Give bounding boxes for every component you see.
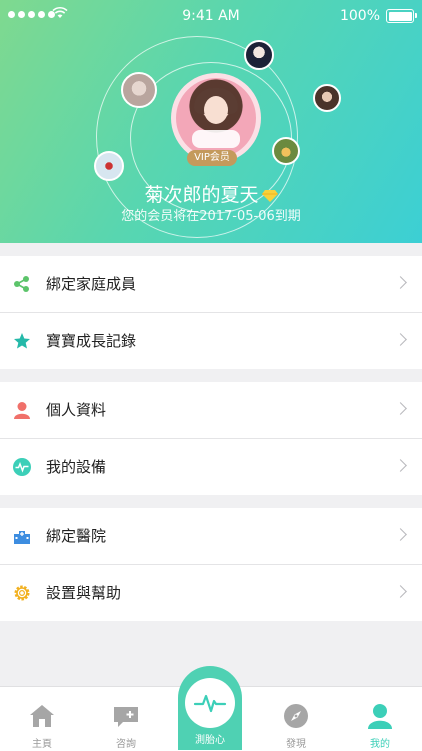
- menu-group-personal: 個人資料 我的設備: [0, 382, 422, 495]
- membership-expiry: 您的会员将在2017-05-06到期: [121, 209, 301, 224]
- star-icon: [14, 333, 30, 349]
- home-icon: [30, 705, 54, 727]
- pulse-icon: [13, 458, 31, 476]
- chevron-right-icon: [394, 333, 407, 346]
- profile-header: 9:41 AM 100% VIP会员 菊次郎的夏天 您的会员将在2017-05-…: [0, 0, 422, 243]
- menu-item-label: 綁定醫院: [46, 527, 107, 545]
- chevron-right-icon: [394, 528, 407, 541]
- share-icon: [14, 276, 29, 292]
- family-avatar[interactable]: [272, 137, 300, 165]
- menu-item-label: 我的設備: [46, 458, 107, 476]
- menu-item-label: 寶寶成長記錄: [46, 332, 137, 350]
- diamond-icon: [261, 189, 278, 202]
- menu-item-bind-hospital[interactable]: 綁定醫院: [0, 508, 422, 565]
- tab-discover[interactable]: 發現: [254, 687, 338, 751]
- menu-item-bind-family[interactable]: 綁定家庭成員: [0, 256, 422, 313]
- menu-item-label: 個人資料: [46, 401, 107, 419]
- menu-group-family: 綁定家庭成員 寶寶成長記錄: [0, 256, 422, 369]
- hospital-icon: [14, 531, 30, 544]
- vip-badge: VIP会员: [187, 150, 237, 166]
- menu-item-profile[interactable]: 個人資料: [0, 382, 422, 439]
- chevron-right-icon: [394, 459, 407, 472]
- menu-item-settings-help[interactable]: 設置與幫助: [0, 565, 422, 621]
- family-avatar[interactable]: [121, 72, 157, 108]
- user-name-row: 菊次郎的夏天: [0, 180, 422, 207]
- tab-fetal-heartbeat[interactable]: 測胎心: [178, 666, 242, 750]
- heartbeat-icon: [193, 694, 227, 713]
- tab-label: 我的: [370, 739, 390, 750]
- gear-icon: [14, 585, 30, 601]
- tab-consult[interactable]: 咨詢: [84, 687, 168, 751]
- battery-icon: [386, 9, 417, 23]
- tab-label: 主頁: [32, 739, 52, 750]
- battery-percent: 100%: [339, 8, 380, 24]
- menu-item-devices[interactable]: 我的設備: [0, 439, 422, 495]
- chevron-right-icon: [394, 402, 407, 415]
- menu-group-settings: 綁定醫院 設置與幫助: [0, 508, 422, 621]
- menu-item-label: 綁定家庭成員: [46, 275, 137, 293]
- family-avatar[interactable]: [94, 151, 124, 181]
- family-avatar[interactable]: [313, 84, 341, 112]
- status-bar: 9:41 AM 100%: [0, 0, 422, 32]
- tab-home[interactable]: 主頁: [0, 687, 84, 751]
- tab-label: 發現: [286, 739, 306, 750]
- tab-mine[interactable]: 我的: [338, 687, 422, 751]
- chat-icon: [114, 707, 138, 727]
- chevron-right-icon: [394, 276, 407, 289]
- tab-label: 咨詢: [116, 739, 136, 750]
- tab-label: 測胎心: [195, 735, 225, 746]
- menu-item-label: 設置與幫助: [46, 584, 122, 602]
- family-avatar[interactable]: [244, 40, 274, 70]
- heartbeat-button-circle: [185, 678, 235, 728]
- person-icon: [14, 402, 30, 419]
- menu-item-growth-record[interactable]: 寶寶成長記錄: [0, 313, 422, 369]
- user-name: 菊次郎的夏天: [144, 184, 259, 206]
- compass-icon: [284, 704, 308, 728]
- user-icon: [368, 704, 392, 729]
- chevron-right-icon: [394, 585, 407, 598]
